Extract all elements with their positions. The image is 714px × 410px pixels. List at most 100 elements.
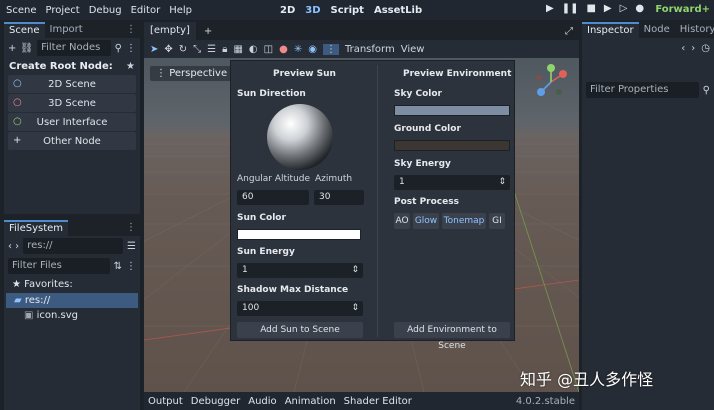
image-icon: ▣ (24, 310, 37, 321)
filter-files-input[interactable]: Filter Files (8, 258, 110, 274)
history-icon[interactable]: ◷ (701, 43, 710, 54)
back-icon[interactable]: ‹ (681, 43, 685, 54)
stop-icon[interactable]: ■ (586, 3, 595, 14)
play-custom-icon[interactable]: ▷ (620, 3, 628, 14)
menu-help[interactable]: Help (169, 5, 192, 16)
post-process-label: Post Process (394, 197, 459, 207)
sky-color-swatch[interactable] (394, 105, 510, 116)
preview-settings-popup: Preview Sun Sun Direction Angular Altitu… (230, 60, 515, 351)
environment-preview-icon[interactable]: ✳ (294, 44, 302, 55)
spin-arrows-icon: ⇕ (351, 303, 359, 313)
star-icon: ★ (12, 279, 25, 290)
tab-output[interactable]: Output (148, 396, 183, 407)
movie-icon[interactable]: ● (635, 3, 644, 14)
favorites-row[interactable]: ★ Favorites: (4, 276, 140, 293)
create-node-3d-scene[interactable]: ○ 3D Scene (8, 94, 136, 112)
menu-icon[interactable]: ⋮ (126, 22, 140, 38)
create-node-2d-scene[interactable]: ○ 2D Scene (8, 75, 136, 93)
tab-shader-editor[interactable]: Shader Editor (344, 396, 412, 407)
pause-icon[interactable]: ❚❚ (562, 3, 579, 14)
watermark: 知乎 @丑人多作怪 (520, 370, 654, 389)
add-tab-icon[interactable]: + (196, 26, 212, 37)
glow-toggle[interactable]: Glow (413, 213, 439, 229)
tab-import[interactable]: Import (45, 22, 88, 38)
sky-energy-spinbox[interactable]: 1 ⇕ (394, 175, 510, 190)
tab-debugger[interactable]: Debugger (191, 396, 241, 407)
transform-menu[interactable]: Transform (345, 44, 395, 55)
create-node-other-node[interactable]: + Other Node (8, 132, 136, 150)
preview-menu-icon[interactable]: ⋮ (322, 43, 339, 55)
sun-preview-icon[interactable]: ● (279, 44, 288, 55)
path-field[interactable]: res:// (23, 238, 124, 254)
tab-filesystem[interactable]: FileSystem (4, 220, 69, 236)
nav-arrows-icon[interactable]: ‹ › (8, 241, 19, 252)
tab-animation[interactable]: Animation (285, 396, 336, 407)
scene-tab-empty[interactable]: [empty] (144, 22, 196, 40)
mode-2d[interactable]: 2D (280, 5, 295, 16)
gi-toggle[interactable]: GI (489, 213, 505, 229)
preview-environment-title: Preview Environment (403, 69, 512, 79)
play-icon[interactable]: ▶ (546, 3, 554, 14)
tree-item-icon[interactable]: ▣ icon.svg (4, 308, 140, 323)
tab-inspector[interactable]: Inspector (582, 22, 639, 38)
altitude-spinbox[interactable]: 60 (237, 190, 309, 205)
more-icon[interactable]: ⋮ (126, 261, 136, 272)
select-tool-icon[interactable]: ➤ (150, 44, 158, 55)
snap-icon[interactable]: ◫ (264, 44, 273, 55)
menu-debug[interactable]: Debug (89, 5, 122, 16)
preview-sun-title: Preview Sun (273, 69, 336, 79)
add-sun-button[interactable]: Add Sun to Scene (237, 322, 363, 338)
add-node-icon[interactable]: + (8, 43, 16, 54)
tab-history[interactable]: History (675, 22, 714, 38)
sun-energy-spinbox[interactable]: 1 ⇕ (237, 263, 363, 278)
tab-scene[interactable]: Scene (4, 22, 45, 38)
mode-script[interactable]: Script (331, 5, 364, 16)
more-icon[interactable]: ⋮ (126, 43, 136, 54)
rotate-tool-icon[interactable]: ↻ (179, 44, 187, 55)
view-gizmo[interactable] (533, 64, 569, 100)
create-node-user-interface[interactable]: ○ User Interface (8, 113, 136, 131)
ao-toggle[interactable]: AO (394, 213, 410, 229)
menu-editor[interactable]: Editor (131, 5, 161, 16)
mode-assetlib[interactable]: AssetLib (374, 5, 422, 16)
tab-audio[interactable]: Audio (248, 396, 276, 407)
tonemap-toggle[interactable]: Tonemap (442, 213, 486, 229)
menu-icon[interactable]: ⋮ (126, 220, 140, 236)
sky-preview-icon[interactable]: ◉ (308, 44, 317, 55)
view-menu[interactable]: View (401, 44, 425, 55)
lock-icon[interactable]: 🔒︎ (222, 44, 227, 55)
tab-node[interactable]: Node (639, 22, 675, 38)
forward-icon[interactable]: › (691, 43, 695, 54)
add-environment-button[interactable]: Add Environment to Scene (394, 322, 510, 351)
perspective-button[interactable]: ⋮ Perspective (150, 66, 234, 81)
shadow-max-label: Shadow Max Distance (237, 285, 349, 295)
move-tool-icon[interactable]: ✥ (164, 44, 172, 55)
sun-direction-sphere[interactable] (267, 104, 333, 170)
sky-energy-label: Sky Energy (394, 159, 451, 169)
tree-item-res[interactable]: ▰ res:// (6, 293, 138, 308)
node-label: 2D Scene (48, 78, 96, 90)
scene-dock: Scene Import ⋮ + ⛓ Filter Nodes ⚲ ⋮ Crea… (4, 22, 140, 214)
link-icon[interactable]: ⛓ (20, 43, 33, 54)
play-scene-icon[interactable]: ▶ (604, 3, 612, 14)
menu-scene[interactable]: Scene (6, 5, 37, 16)
mode-3d[interactable]: 3D (305, 5, 320, 16)
local-space-icon[interactable]: ◐ (249, 44, 258, 55)
favorite-star-icon[interactable]: ★ (126, 61, 135, 72)
menu-project[interactable]: Project (46, 5, 80, 16)
node-type-icon: + (13, 135, 22, 146)
scale-tool-icon[interactable]: ⤡ (193, 44, 201, 55)
filter-nodes-input[interactable]: Filter Nodes (37, 40, 111, 56)
sort-icon[interactable]: ⇅ (114, 261, 122, 272)
group-icon[interactable]: ▦ (233, 44, 242, 55)
azimuth-spinbox[interactable]: 30 (314, 190, 364, 205)
version-label: 4.0.2.stable (515, 395, 575, 407)
distraction-free-icon[interactable]: ⤢ (565, 26, 579, 37)
renderer-select[interactable]: Forward+ (655, 4, 710, 15)
filter-properties-input[interactable]: Filter Properties (586, 82, 699, 98)
sun-color-swatch[interactable] (237, 229, 361, 240)
ground-color-swatch[interactable] (394, 140, 510, 151)
shadow-max-spinbox[interactable]: 100 ⇕ (237, 301, 363, 316)
split-icon[interactable]: ☰ (127, 241, 136, 252)
list-select-icon[interactable]: ☰ (207, 44, 216, 55)
